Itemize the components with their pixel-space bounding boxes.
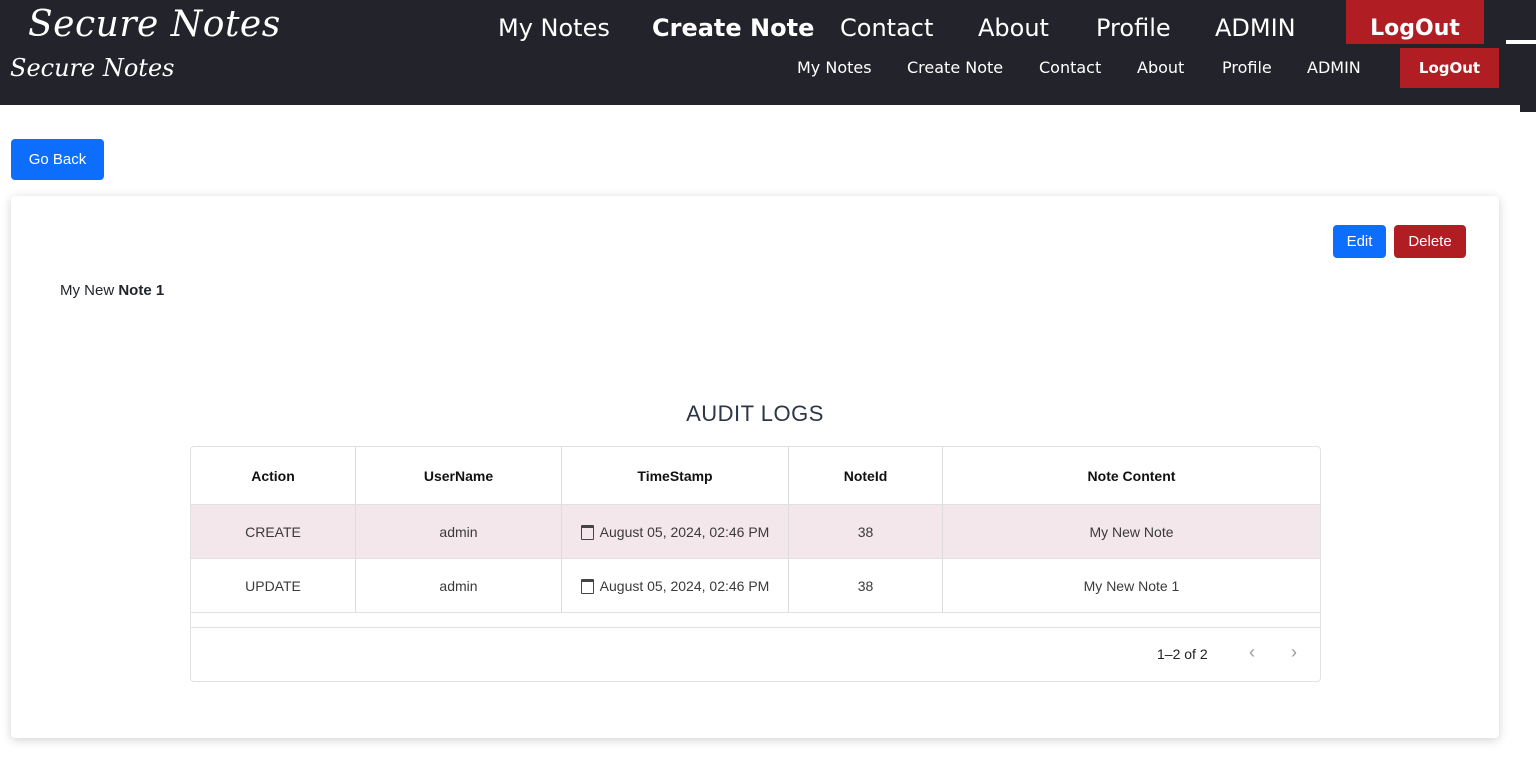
cell-note-content: My New Note bbox=[1089, 523, 1174, 540]
nav-admin[interactable]: ADMIN bbox=[1215, 14, 1296, 42]
cell-username: admin bbox=[356, 559, 562, 612]
pagination-count: 1–2 of 2 bbox=[1157, 646, 1208, 662]
table-row[interactable]: CREATE admin August 05, 2024, 02:46 PM 3… bbox=[191, 505, 1320, 559]
edit-button[interactable]: Edit bbox=[1333, 225, 1386, 258]
calendar-icon bbox=[580, 525, 594, 540]
table-header-row: Action UserName TimeStamp NoteId Note Co… bbox=[191, 447, 1320, 505]
nav-about[interactable]: About bbox=[978, 14, 1049, 42]
cell-noteid: 38 bbox=[789, 505, 943, 558]
table-pagination: 1–2 of 2 ‹ › bbox=[191, 627, 1320, 682]
note-card: Edit Delete My New Note 1 AUDIT LOGS Act… bbox=[11, 196, 1499, 738]
column-header-note-content[interactable]: Note Content bbox=[943, 447, 1320, 504]
audit-logs-title: AUDIT LOGS bbox=[686, 401, 824, 426]
go-back-button[interactable]: Go Back bbox=[11, 139, 104, 180]
logout-button[interactable]: LogOut bbox=[1346, 0, 1484, 44]
note-content: My New Note 1 bbox=[60, 282, 164, 299]
timestamp-text: August 05, 2024, 02:46 PM bbox=[599, 523, 770, 540]
cell-noteid: 38 bbox=[789, 559, 943, 612]
note-content-bold: Note 1 bbox=[118, 282, 165, 299]
cell-note-content: My New Note 1 bbox=[1083, 577, 1180, 594]
nav-create-note[interactable]: Create Note bbox=[652, 14, 814, 42]
delete-button[interactable]: Delete bbox=[1394, 225, 1466, 258]
nav-contact[interactable]: Contact bbox=[840, 14, 933, 42]
nav-about-small[interactable]: About bbox=[1137, 58, 1184, 77]
cell-timestamp: August 05, 2024, 02:46 PM bbox=[562, 505, 789, 558]
cell-action: UPDATE bbox=[191, 559, 356, 612]
note-content-plain: My New bbox=[60, 282, 119, 299]
table-row[interactable]: UPDATE admin August 05, 2024, 02:46 PM 3… bbox=[191, 559, 1320, 613]
audit-logs-table: Action UserName TimeStamp NoteId Note Co… bbox=[190, 446, 1321, 682]
column-header-action[interactable]: Action bbox=[191, 447, 356, 504]
column-header-username[interactable]: UserName bbox=[356, 447, 562, 504]
timestamp-text: August 05, 2024, 02:46 PM bbox=[599, 577, 770, 594]
secondary-navbar: Secure Notes My Notes Create Note Contac… bbox=[0, 44, 1520, 105]
column-header-noteid[interactable]: NoteId bbox=[789, 447, 943, 504]
cell-action: CREATE bbox=[191, 505, 356, 558]
calendar-icon bbox=[580, 579, 594, 594]
logout-button-small[interactable]: LogOut bbox=[1400, 48, 1499, 88]
column-header-timestamp[interactable]: TimeStamp bbox=[562, 447, 789, 504]
chevron-left-icon[interactable]: ‹ bbox=[1249, 642, 1255, 663]
chevron-right-icon[interactable]: › bbox=[1291, 642, 1297, 663]
nav-create-note-small[interactable]: Create Note bbox=[907, 58, 1003, 77]
cell-timestamp: August 05, 2024, 02:46 PM bbox=[562, 559, 789, 612]
nav-my-notes-small[interactable]: My Notes bbox=[797, 58, 872, 77]
navbar-edge bbox=[1520, 44, 1536, 112]
nav-contact-small[interactable]: Contact bbox=[1039, 58, 1101, 77]
nav-my-notes[interactable]: My Notes bbox=[498, 14, 610, 42]
brand-logo-small[interactable]: Secure Notes bbox=[10, 54, 174, 82]
nav-profile-small[interactable]: Profile bbox=[1222, 58, 1272, 77]
nav-profile[interactable]: Profile bbox=[1096, 14, 1171, 42]
cell-username: admin bbox=[356, 505, 562, 558]
nav-admin-small[interactable]: ADMIN bbox=[1307, 58, 1361, 77]
